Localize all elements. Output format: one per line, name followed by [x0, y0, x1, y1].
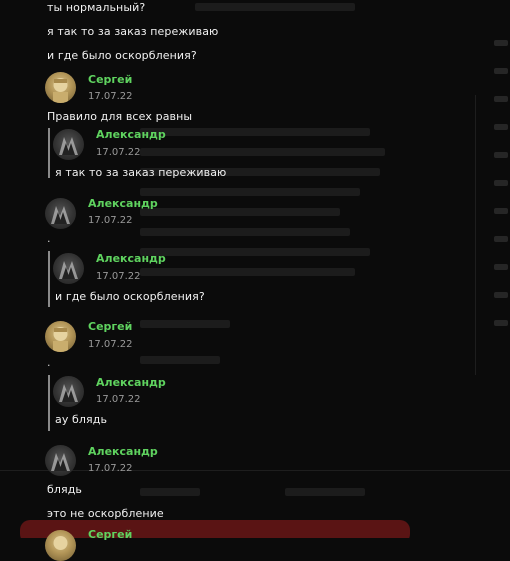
chat-log: ты нормальный? я так то за заказ пережив… — [0, 0, 510, 561]
quote-text: и где было оскорбления? — [55, 290, 205, 303]
quote-bar — [48, 128, 50, 178]
quote-date: 17.07.22 — [96, 147, 141, 158]
post-date: 17.07.22 — [88, 339, 133, 350]
quote-bar — [48, 251, 50, 307]
alexander-avatar[interactable] — [53, 376, 84, 407]
post-date: 17.07.22 — [88, 91, 133, 102]
author-name[interactable]: Александр — [88, 197, 158, 210]
message-text: я так то за заказ переживаю — [47, 25, 219, 38]
author-name[interactable]: Сергей — [88, 320, 132, 333]
author-name[interactable]: Александр — [88, 445, 158, 458]
message-text: ты нормальный? — [47, 1, 146, 14]
message-text: Правило для всех равны — [47, 110, 193, 123]
sergey-avatar[interactable] — [45, 321, 76, 352]
post-date: 17.07.22 — [88, 463, 133, 474]
message-text: и где было оскорбления? — [47, 49, 197, 62]
quote-text: я так то за заказ переживаю — [55, 166, 227, 179]
quote-author-name[interactable]: Александр — [96, 128, 166, 141]
author-name[interactable]: Сергей — [88, 73, 132, 86]
alexander-avatar[interactable] — [45, 445, 76, 476]
sergey-avatar[interactable] — [45, 530, 76, 561]
quote-bar — [48, 375, 50, 431]
message-text: это не оскорбление — [47, 507, 164, 520]
quote-author-name[interactable]: Александр — [96, 252, 166, 265]
quote-author-name[interactable]: Александр — [96, 376, 166, 389]
quote-text: ау блядь — [55, 413, 108, 426]
alexander-avatar[interactable] — [53, 129, 84, 160]
author-name[interactable]: Сергей — [88, 528, 132, 541]
sergey-avatar[interactable] — [45, 72, 76, 103]
post-date: 17.07.22 — [88, 215, 133, 226]
message-text: . — [47, 356, 51, 369]
quote-date: 17.07.22 — [96, 394, 141, 405]
message-text: . — [47, 232, 51, 245]
message-text: блядь — [47, 483, 83, 496]
alexander-avatar[interactable] — [53, 253, 84, 284]
quote-date: 17.07.22 — [96, 271, 141, 282]
alexander-avatar[interactable] — [45, 198, 76, 229]
